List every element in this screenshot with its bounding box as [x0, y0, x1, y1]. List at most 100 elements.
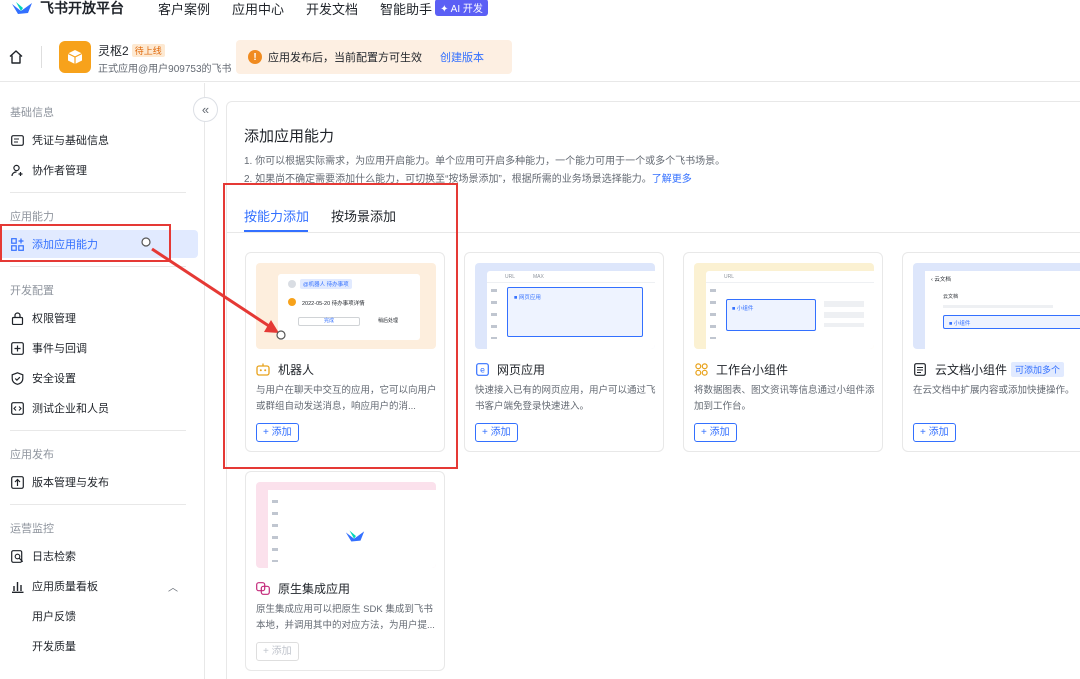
annotation-highlight-bot-card — [223, 183, 458, 469]
bar-chart-icon — [10, 579, 24, 593]
card-description: 将数据图表、图文资讯等信息通过小组件添加到工作台。 — [694, 385, 875, 412]
sidebar-item-label: 开发质量 — [32, 641, 76, 653]
sidebar-item-label: 安全设置 — [32, 373, 76, 385]
feishu-logo-icon — [345, 530, 365, 542]
sidebar-item-user-feedback[interactable]: 用户反馈 — [0, 602, 198, 630]
section-title-publish: 应用发布 — [10, 449, 54, 461]
app-avatar-icon — [59, 41, 91, 73]
card-description: 快速接入已有的网页应用，用户可以通过飞书客户端免登录快速进入。 — [475, 385, 656, 412]
lock-icon — [10, 311, 24, 325]
app-name-text: 灵枢2 — [98, 44, 129, 58]
web-preview-url: URL — [505, 274, 516, 280]
nav-smart-assistant[interactable]: 智能助手 ✦ AI 开发 — [380, 0, 488, 18]
sidebar-divider — [10, 504, 186, 505]
sidebar-item-label: 用户反馈 — [32, 611, 76, 623]
native-integration-icon — [256, 582, 270, 596]
page-title: 添加应用能力 — [244, 128, 335, 145]
sidebar-divider — [10, 266, 186, 267]
annotation-highlight-sidebar — [0, 224, 171, 262]
card-title: e 网页应用 — [475, 361, 545, 378]
code-icon — [10, 401, 24, 415]
upload-icon — [10, 475, 24, 489]
sidebar-item-quality-board[interactable]: 应用质量看板 ︿ — [0, 572, 198, 600]
web-preview-url2: MAX — [533, 274, 544, 280]
top-navigation: 飞书开放平台 客户案例 应用中心 开发文档 智能助手 ✦ AI 开发 — [0, 0, 1080, 22]
sidebar-divider — [10, 430, 186, 431]
home-icon[interactable] — [8, 49, 24, 65]
logo-text: 飞书开放平台 — [40, 0, 124, 16]
nav-dev-docs[interactable]: 开发文档 — [306, 0, 358, 18]
section-title-monitoring: 运营监控 — [10, 523, 54, 535]
header-divider — [41, 46, 42, 68]
credential-card-icon — [10, 133, 24, 147]
sidebar-divider — [10, 192, 186, 193]
sidebar-item-log-search[interactable]: 日志检索 — [0, 542, 198, 570]
card-title-text: 网页应用 — [497, 363, 546, 377]
sidebar-item-label: 权限管理 — [32, 313, 76, 325]
card-title-text: 云文档小组件 — [935, 363, 1008, 377]
sidebar-item-security[interactable]: 安全设置 — [0, 364, 198, 392]
web-app-preview-image: URL MAX ■ 网页应用 — [475, 263, 655, 349]
create-version-link[interactable]: 创建版本 — [440, 49, 484, 65]
card-title: 云文档小组件 可添加多个 — [913, 361, 1065, 378]
nav-customer-cases[interactable]: 客户案例 — [158, 0, 210, 18]
card-description: 在云文档中扩展内容或添加快捷操作。 — [913, 385, 1075, 396]
sidebar-item-events[interactable]: 事件与回调 — [0, 334, 198, 362]
sidebar-item-label: 日志检索 — [32, 551, 76, 563]
doc-preview-widget-label: 小组件 — [953, 321, 971, 327]
feishu-logo[interactable]: 飞书开放平台 — [10, 0, 124, 18]
widget-grid-icon — [694, 363, 708, 377]
sidebar-item-permissions[interactable]: 权限管理 — [0, 304, 198, 332]
workplace-widget-preview-image: URL ■ 小组件 — [694, 263, 874, 349]
add-workplace-widget-button[interactable]: + 添加 — [694, 423, 737, 442]
multi-add-badge: 可添加多个 — [1011, 362, 1065, 377]
app-header: 灵枢2 待上线 正式应用@用户909753的飞书 ! 应用发布后，当前配置方可生效… — [0, 32, 1080, 82]
card-description: 原生集成应用可以把原生 SDK 集成到飞书本地，并调用其中的对应方法，为用户提.… — [256, 604, 435, 631]
sidebar-item-version-publish[interactable]: 版本管理与发布 — [0, 468, 198, 496]
status-badge: 待上线 — [131, 44, 165, 57]
doc-preview-sub: 云文档 — [943, 294, 959, 300]
card-title-text: 原生集成应用 — [278, 582, 351, 596]
capability-card-native-app[interactable]: 原生集成应用 原生集成应用可以把原生 SDK 集成到飞书本地，并调用其中的对应方… — [245, 471, 445, 671]
shield-icon — [10, 371, 24, 385]
collapse-sidebar-button[interactable]: « — [193, 97, 218, 122]
feishu-logo-icon — [12, 2, 32, 14]
widget-preview-tab: URL — [724, 274, 735, 280]
app-subtitle: 正式应用@用户909753的飞书 — [98, 64, 232, 75]
doc-preview-header: 云文档 — [934, 277, 951, 283]
svg-text:e: e — [480, 366, 485, 375]
sidebar-item-collaborators[interactable]: 协作者管理 — [0, 156, 198, 184]
card-title: 原生集成应用 — [256, 580, 350, 597]
capability-card-web-app[interactable]: URL MAX ■ 网页应用 e 网页应用 快速接入已有的网页应用，用户可以通过… — [464, 252, 664, 452]
document-icon — [913, 363, 927, 377]
sidebar-item-dev-quality[interactable]: 开发质量 — [0, 632, 198, 660]
sidebar-item-label: 应用质量看板 — [32, 581, 98, 593]
sidebar-item-label: 协作者管理 — [32, 165, 87, 177]
capability-card-workplace-widget[interactable]: URL ■ 小组件 工作台小组件 将数据图表、图文资讯等信息通过小组件添加到工作… — [683, 252, 883, 452]
nav-smart-assistant-label: 智能助手 — [380, 1, 433, 17]
chevron-up-icon[interactable]: ︿ — [168, 579, 178, 594]
add-web-app-button[interactable]: + 添加 — [475, 423, 518, 442]
capability-card-doc-widget[interactable]: ‹ 云文档 云文档 ■ 小组件 云文档小组件 可添加多个 在云文档中扩展内容或添… — [902, 252, 1080, 452]
add-doc-widget-button[interactable]: + 添加 — [913, 423, 956, 442]
section-title-dev-config: 开发配置 — [10, 285, 54, 297]
ai-dev-badge: ✦ AI 开发 — [435, 0, 488, 16]
native-app-preview-image — [256, 482, 436, 568]
nav-app-center[interactable]: 应用中心 — [232, 0, 284, 18]
add-native-app-button[interactable]: + 添加 — [256, 642, 299, 661]
ai-badge-label: AI 开发 — [450, 3, 483, 15]
sidebar-item-credentials[interactable]: 凭证与基础信息 — [0, 126, 198, 154]
doc-widget-preview-image: ‹ 云文档 云文档 ■ 小组件 — [913, 263, 1080, 349]
card-title: 工作台小组件 — [694, 361, 788, 378]
warning-icon: ! — [248, 50, 262, 64]
sidebar-item-label: 测试企业和人员 — [32, 403, 109, 415]
app-name: 灵枢2 待上线 — [98, 42, 165, 59]
section-title-basic: 基础信息 — [10, 107, 54, 119]
learn-more-link[interactable]: 了解更多 — [652, 174, 692, 185]
card-title-text: 工作台小组件 — [716, 363, 789, 377]
notice-text: 应用发布后，当前配置方可生效 — [268, 52, 422, 64]
sidebar-item-test-tenants[interactable]: 测试企业和人员 — [0, 394, 198, 422]
publish-notice: ! 应用发布后，当前配置方可生效 创建版本 — [236, 40, 512, 74]
sidebar-item-label: 事件与回调 — [32, 343, 87, 355]
sidebar-item-label: 版本管理与发布 — [32, 477, 109, 489]
